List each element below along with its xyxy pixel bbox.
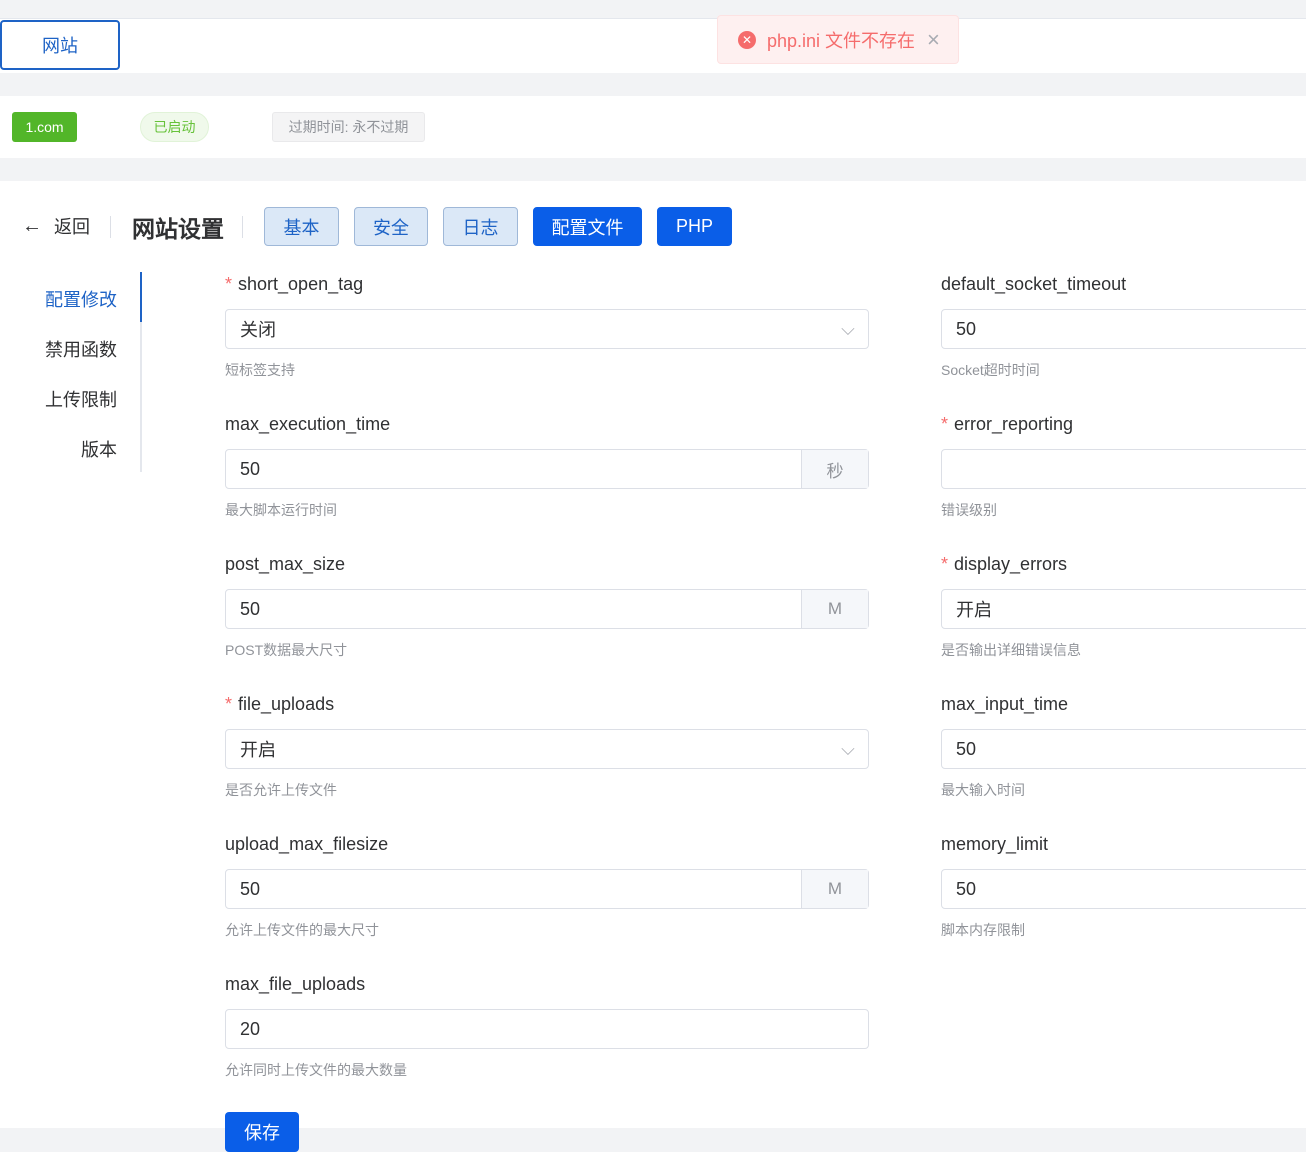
- error-reporting-label: * error_reporting: [941, 414, 1074, 434]
- post-max-size-help: POST数据最大尺寸: [225, 642, 348, 658]
- default-socket-timeout-label: default_socket_timeout: [941, 274, 1127, 294]
- unit-suffix: 秒: [801, 450, 868, 488]
- upload-max-filesize-label: upload_max_filesize: [225, 834, 389, 854]
- max-file-uploads-label: max_file_uploads: [225, 974, 366, 994]
- post-max-size-input[interactable]: 50 M: [225, 589, 869, 629]
- back-button[interactable]: ← 返回: [22, 212, 90, 240]
- memory-limit-label: memory_limit: [941, 834, 1049, 854]
- short-open-tag-help: 短标签支持: [225, 362, 295, 378]
- status-badge: 已启动: [140, 112, 209, 142]
- max-execution-time-label: max_execution_time: [225, 414, 391, 434]
- memory-limit-help: 脚本内存限制: [941, 922, 1025, 938]
- tab-site[interactable]: 网站: [0, 20, 120, 70]
- divider: [110, 216, 111, 238]
- display-errors-label: * display_errors: [941, 554, 1068, 574]
- sidenav-item-disabled-functions[interactable]: 禁用函数: [45, 336, 117, 362]
- default-socket-timeout-help: Socket超时时间: [941, 362, 1040, 378]
- expire-tag: 过期时间: 永不过期: [272, 112, 425, 142]
- chevron-down-icon: ⌵: [841, 738, 855, 759]
- short-open-tag-label: * short_open_tag: [225, 274, 364, 294]
- file-uploads-help: 是否允许上传文件: [225, 782, 337, 798]
- unit-suffix: M: [801, 870, 868, 908]
- required-mark: *: [225, 694, 233, 714]
- back-label: 返回: [54, 217, 90, 237]
- max-file-uploads-help: 允许同时上传文件的最大数量: [225, 1062, 407, 1078]
- short-open-tag-select[interactable]: 关闭 ⌵: [225, 309, 869, 349]
- file-uploads-label: * file_uploads: [225, 694, 335, 714]
- display-errors-help: 是否输出详细错误信息: [941, 642, 1081, 658]
- required-mark: *: [941, 414, 949, 434]
- max-file-uploads-input[interactable]: 20: [225, 1009, 869, 1049]
- chevron-down-icon: ⌵: [841, 318, 855, 339]
- post-max-size-label: post_max_size: [225, 554, 346, 574]
- error-reporting-help: 错误级别: [941, 502, 997, 518]
- upload-max-filesize-input[interactable]: 50 M: [225, 869, 869, 909]
- tab-security[interactable]: 安全: [354, 207, 428, 246]
- divider: [242, 216, 243, 238]
- tab-config-file[interactable]: 配置文件: [533, 207, 642, 246]
- sidenav-item-version[interactable]: 版本: [81, 436, 117, 462]
- domain-tag: 1.com: [12, 112, 77, 142]
- save-button[interactable]: 保存: [225, 1112, 299, 1152]
- max-execution-time-help: 最大脚本运行时间: [225, 502, 337, 518]
- error-toast: ✕ php.ini 文件不存在 ×: [717, 15, 959, 64]
- upload-max-filesize-help: 允许上传文件的最大尺寸: [225, 922, 379, 938]
- file-uploads-select[interactable]: 开启 ⌵: [225, 729, 869, 769]
- required-mark: *: [225, 274, 233, 294]
- toast-message: php.ini 文件不存在: [767, 30, 916, 51]
- max-execution-time-input[interactable]: 50 秒: [225, 449, 869, 489]
- unit-suffix: M: [801, 590, 868, 628]
- tab-basic[interactable]: 基本: [264, 207, 339, 246]
- max-input-time-label: max_input_time: [941, 694, 1069, 714]
- arrow-left-icon: ←: [22, 214, 42, 237]
- error-reporting-input[interactable]: [941, 449, 1306, 489]
- error-circle-icon: ✕: [738, 30, 756, 49]
- page-title: 网站设置: [132, 216, 224, 242]
- tab-php[interactable]: PHP: [657, 207, 732, 246]
- max-input-time-input[interactable]: 50: [941, 729, 1306, 769]
- display-errors-select[interactable]: 开启: [941, 589, 1306, 629]
- sidenav-active-indicator: [140, 272, 142, 322]
- max-input-time-help: 最大输入时间: [941, 782, 1025, 798]
- sidenav-item-config[interactable]: 配置修改: [45, 286, 117, 312]
- top-tab-bar: [0, 18, 1306, 73]
- tab-log[interactable]: 日志: [443, 207, 518, 246]
- memory-limit-input[interactable]: 50: [941, 869, 1306, 909]
- close-icon[interactable]: ×: [927, 28, 940, 51]
- required-mark: *: [941, 554, 949, 574]
- default-socket-timeout-input[interactable]: 50: [941, 309, 1306, 349]
- sidenav-item-upload-limit[interactable]: 上传限制: [45, 386, 117, 412]
